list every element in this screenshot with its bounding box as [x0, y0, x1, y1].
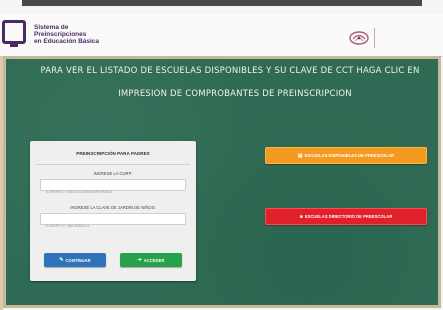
cct-field[interactable]: [40, 213, 186, 231]
login-panel: PREINSCRIPCIÓN PARA PADRES INGRESE LA CU…: [30, 141, 196, 281]
brand-line-1: Sistema de: [34, 24, 69, 31]
curp-label: INGRESE LA CURP:: [93, 171, 133, 176]
panel-title: PREINSCRIPCIÓN PARA PADRES: [76, 151, 150, 156]
access-button-label: ACCEDER: [143, 257, 165, 263]
available-schools-button[interactable]: ▤ ESCUELAS DISPONIBLES DE PREESCOLAR: [265, 147, 427, 164]
instruction-line-1: PARA VER EL LISTADO DE ESCUELAS DISPONIB…: [40, 66, 420, 76]
available-schools-label: ESCUELAS DISPONIBLES DE PREESCOLAR: [304, 153, 395, 158]
continue-button-label: CONTINUAR: [65, 257, 91, 263]
brand-line-2: Preinscripciones: [34, 31, 87, 38]
document-icon: ▤: [297, 152, 303, 159]
pencil-icon: ✎: [59, 257, 64, 263]
panel-divider: [36, 164, 190, 165]
government-emblem-icon: [349, 31, 369, 45]
continue-button[interactable]: ✎ CONTINUAR: [44, 253, 106, 267]
cct-label: INGRESE LA CLAVE DE JARDÍN DE NIÑOS:: [70, 205, 156, 210]
monitor-logo-icon: [2, 20, 26, 47]
instruction-line-2: IMPRESION DE COMPROBANTES DE PREINSCRIPC…: [118, 89, 352, 99]
curp-field[interactable]: [40, 179, 186, 197]
brand-line-3: en Educación Básica: [34, 38, 100, 45]
gov-separator: [374, 28, 375, 48]
cct-input[interactable]: [41, 220, 185, 231]
pdf-icon: ■: [299, 213, 303, 220]
access-button[interactable]: ➜ ACCEDER: [120, 253, 182, 267]
brand-title: Sistema de Preinscripciones en Educación…: [34, 24, 114, 45]
schools-directory-button[interactable]: ■ ESCUELAS DIRECTORIO DE PREESCOLAR: [265, 208, 427, 225]
login-icon: ➜: [137, 257, 142, 263]
top-strip-text: [22, 0, 422, 6]
curp-input[interactable]: [41, 186, 185, 197]
site-header: Sistema de Preinscripciones en Educación…: [0, 14, 443, 57]
schools-directory-label: ESCUELAS DIRECTORIO DE PREESCOLAR: [304, 214, 393, 219]
